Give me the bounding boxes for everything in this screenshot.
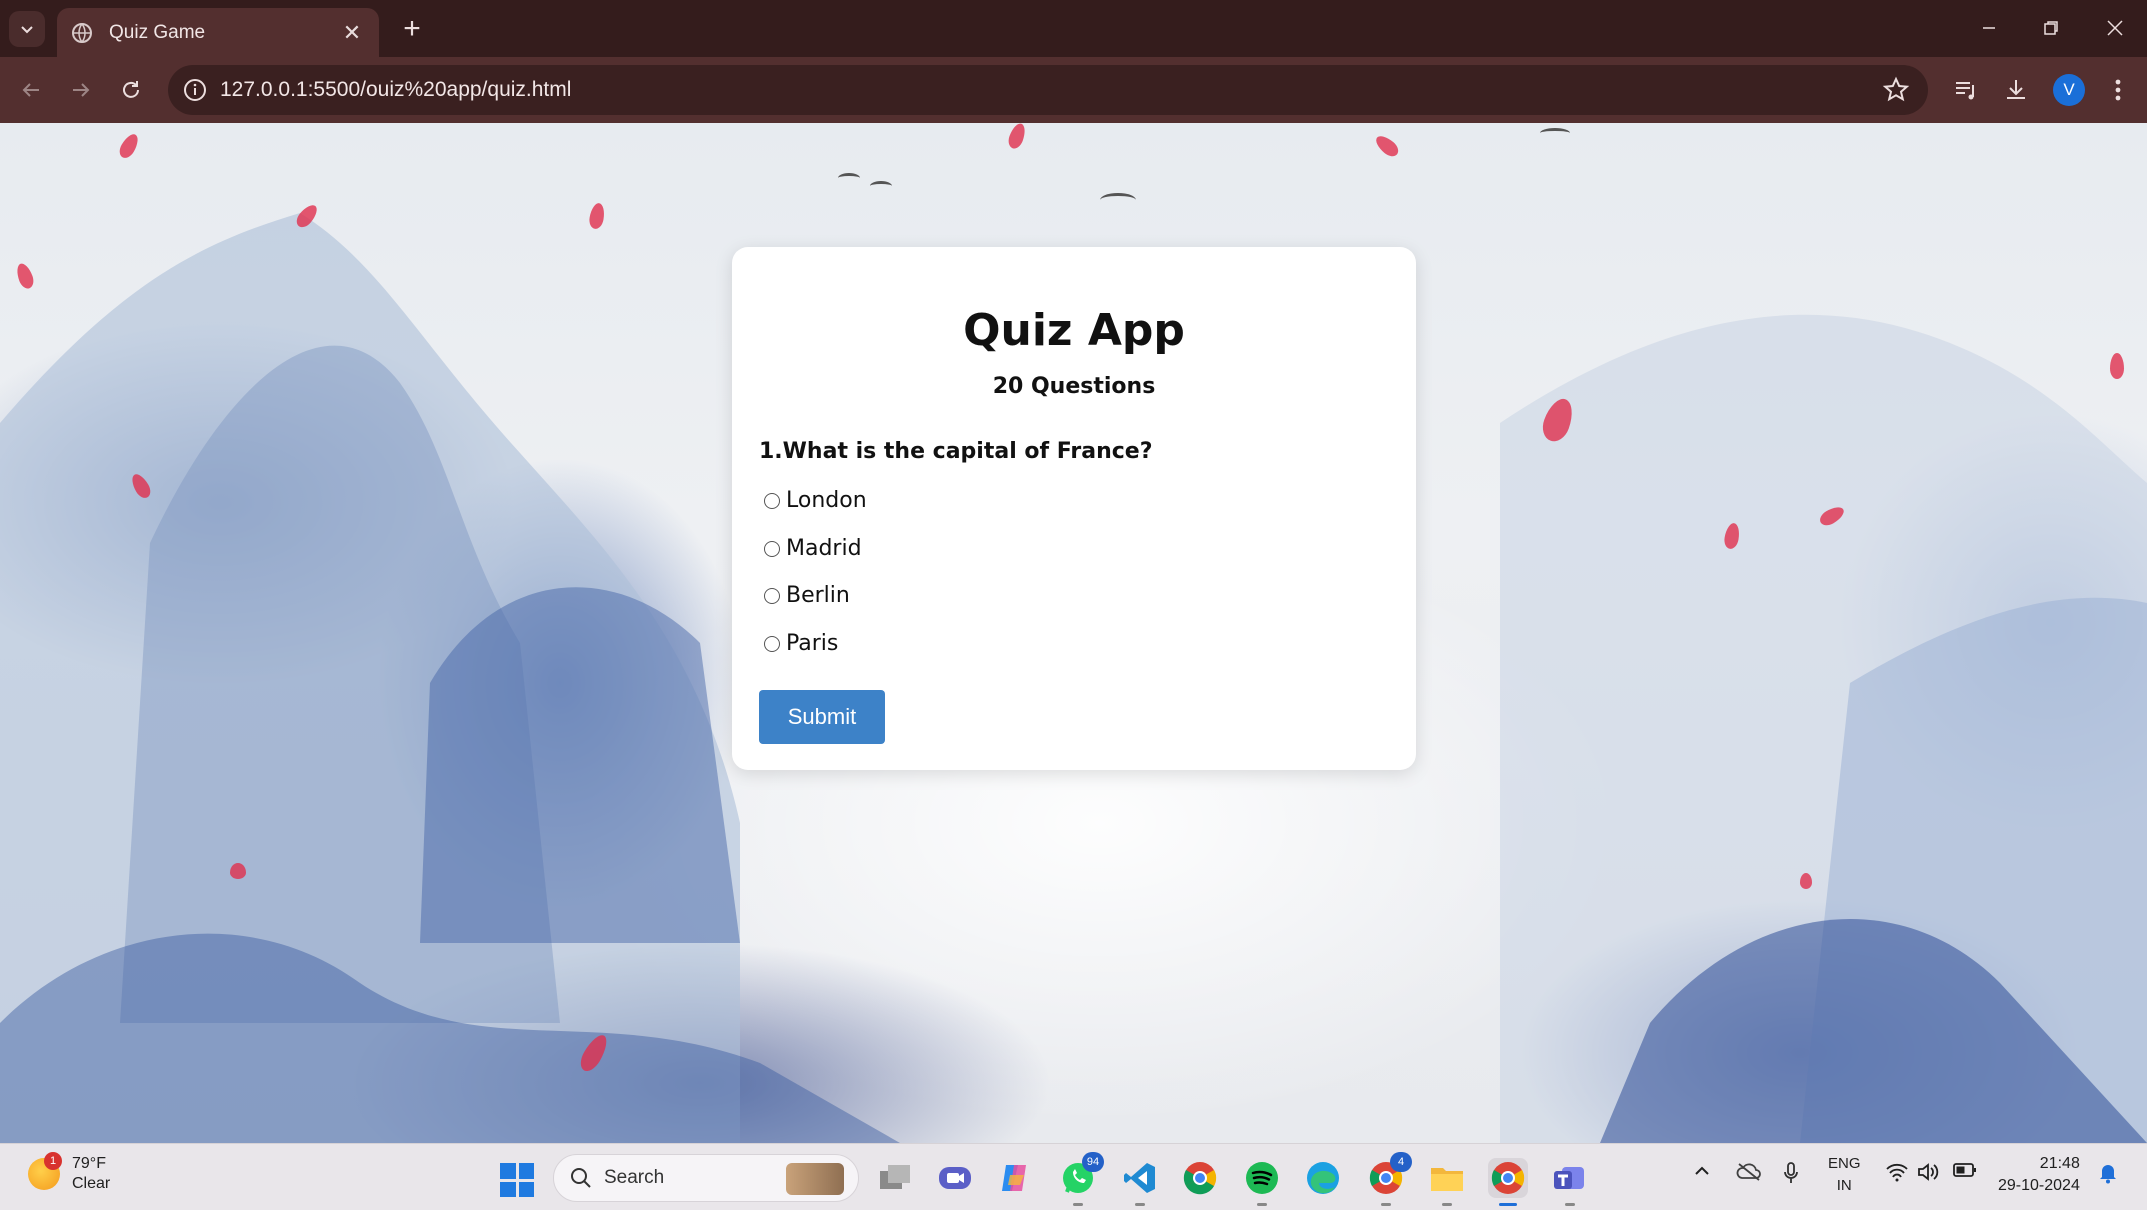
submit-button[interactable]: Submit	[759, 690, 885, 744]
restore-button[interactable]	[2026, 8, 2076, 48]
chevron-down-icon	[21, 26, 33, 34]
search-highlight-image	[786, 1163, 844, 1195]
lang-line1: ENG	[1828, 1155, 1861, 1172]
vscode-icon[interactable]	[1120, 1158, 1160, 1206]
option-paris[interactable]: Paris	[764, 631, 838, 656]
bird-decoration	[870, 181, 892, 191]
back-button[interactable]	[10, 69, 52, 111]
file-explorer-icon[interactable]	[1427, 1158, 1467, 1206]
radio-button[interactable]	[764, 492, 780, 509]
clock-date: 29-10-2024	[1998, 1177, 2080, 1194]
chrome-badge: 4	[1390, 1152, 1412, 1172]
whatsapp-badge: 94	[1082, 1152, 1104, 1172]
page-viewport: Quiz App 20 Questions 1.What is the capi…	[0, 123, 2147, 1143]
option-label: Madrid	[786, 536, 862, 561]
onedrive-offline-icon[interactable]	[1736, 1162, 1762, 1187]
lang-line2: IN	[1836, 1177, 1852, 1194]
site-info-icon[interactable]	[182, 77, 208, 103]
search-label: Search	[604, 1167, 665, 1188]
radio-button[interactable]	[764, 587, 780, 604]
option-madrid[interactable]: Madrid	[764, 536, 862, 561]
clock[interactable]: 21:48 29-10-2024	[1998, 1153, 2080, 1197]
weather-sun-icon: 1	[28, 1152, 62, 1190]
question-count: 20 Questions	[992, 374, 1156, 399]
taskbar-search[interactable]: Search	[553, 1154, 859, 1202]
close-window-button[interactable]	[2090, 8, 2140, 48]
url-text: 127.0.0.1:5500/ouiz%20app/quiz.html	[220, 78, 572, 101]
radio-button[interactable]	[764, 635, 780, 652]
spotify-icon[interactable]	[1242, 1158, 1282, 1206]
close-tab-icon[interactable]: ✕	[339, 20, 365, 46]
globe-icon	[72, 22, 92, 43]
chrome-icon[interactable]	[1180, 1158, 1220, 1198]
volume-icon[interactable]	[1917, 1162, 1939, 1187]
minimize-button[interactable]	[1964, 8, 2014, 48]
option-london[interactable]: London	[764, 488, 867, 513]
option-label: London	[786, 488, 867, 513]
edge-icon[interactable]	[1303, 1158, 1343, 1198]
bird-decoration	[1540, 128, 1570, 138]
show-hidden-icons-chevron-icon[interactable]	[1693, 1162, 1711, 1185]
browser-toolbar: 127.0.0.1:5500/ouiz%20app/quiz.html V	[0, 57, 2147, 123]
meet-camera-icon[interactable]	[935, 1158, 975, 1198]
weather-widget[interactable]: 1 79°F Clear	[28, 1152, 111, 1194]
reload-button[interactable]	[110, 69, 152, 111]
copilot-icon[interactable]	[995, 1158, 1035, 1198]
weather-temp: 79°F	[72, 1155, 106, 1172]
menu-kebab-icon[interactable]	[2102, 74, 2134, 106]
petal-decoration	[2110, 353, 2124, 379]
microphone-icon[interactable]	[1783, 1162, 1799, 1189]
task-view-icon[interactable]	[875, 1158, 915, 1198]
petal-decoration	[1800, 873, 1812, 889]
clock-time: 21:48	[2039, 1155, 2080, 1172]
reload-icon	[123, 81, 139, 98]
bird-decoration	[838, 173, 860, 183]
chrome-profile-icon[interactable]: 4	[1366, 1152, 1412, 1206]
forward-button[interactable]	[60, 69, 102, 111]
tab-strip: Quiz Game ✕ +	[0, 0, 2147, 57]
media-controls-icon[interactable]	[1950, 74, 1982, 106]
windows-taskbar: 1 79°F Clear Search 94 4 ENG IN 21:48 29…	[0, 1143, 2147, 1210]
bird-decoration	[1100, 193, 1136, 207]
new-tab-button[interactable]: +	[394, 11, 430, 47]
tab-quiz-game[interactable]: Quiz Game ✕	[57, 8, 379, 57]
notification-bell-icon[interactable]	[2098, 1162, 2118, 1189]
input-language[interactable]: ENG IN	[1828, 1153, 1861, 1197]
whatsapp-icon[interactable]: 94	[1058, 1152, 1104, 1206]
weather-badge: 1	[44, 1152, 62, 1170]
radio-button[interactable]	[764, 540, 780, 557]
option-label: Paris	[786, 631, 839, 656]
option-label: Berlin	[786, 583, 850, 608]
start-button-windows-icon[interactable]	[500, 1163, 534, 1197]
petal-decoration	[230, 863, 246, 879]
tab-title: Quiz Game	[109, 21, 206, 43]
option-berlin[interactable]: Berlin	[764, 583, 850, 608]
battery-icon[interactable]	[1953, 1162, 1977, 1183]
page-title: Quiz App	[963, 305, 1185, 356]
search-icon	[571, 1168, 591, 1188]
chrome-active-icon[interactable]	[1488, 1158, 1528, 1206]
quiz-card: Quiz App 20 Questions 1.What is the capi…	[732, 247, 1416, 770]
wifi-icon[interactable]	[1885, 1162, 1909, 1187]
weather-condition: Clear	[72, 1175, 111, 1192]
profile-avatar[interactable]: V	[2053, 74, 2085, 106]
arrow-left-icon	[22, 83, 39, 97]
question-text: 1.What is the capital of France?	[759, 439, 1153, 464]
tab-search-button[interactable]	[9, 11, 45, 47]
arrow-right-icon	[73, 83, 90, 97]
teams-icon[interactable]	[1550, 1158, 1590, 1206]
download-icon[interactable]	[2000, 74, 2032, 106]
bookmark-star-icon[interactable]	[1882, 76, 1910, 104]
address-bar[interactable]: 127.0.0.1:5500/ouiz%20app/quiz.html	[168, 65, 1928, 115]
